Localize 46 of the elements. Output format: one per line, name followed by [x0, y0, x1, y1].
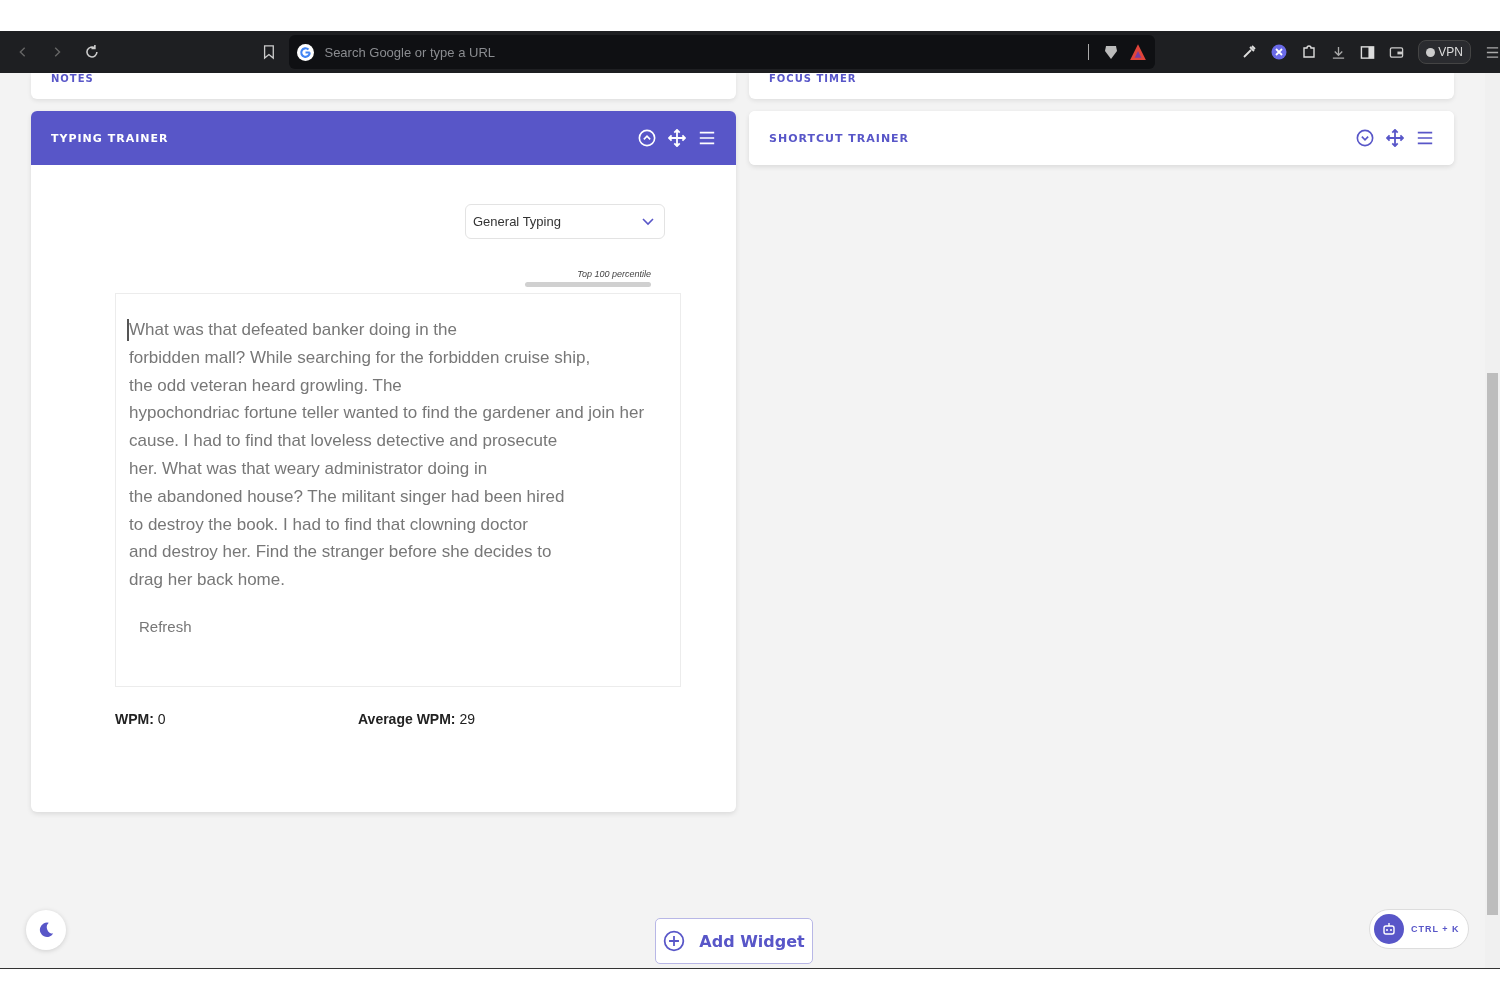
percentile-label: Top 100 percentile	[577, 269, 651, 279]
typing-text-line: hypochondriac fortune teller wanted to find the gardener and join her	[129, 402, 646, 425]
typing-text-line: cause. I had to find that loveless detective and prosecute	[129, 430, 559, 453]
typing-text-line: forbidden mall? While searching for the forbidden cruise ship,	[129, 346, 592, 369]
typing-text-area[interactable]	[115, 293, 681, 687]
collapse-icon[interactable]	[638, 129, 656, 147]
typing-text-line: and destroy her. Find the stranger before she decides to	[129, 541, 553, 564]
typing-text-line: drag her back home.	[129, 569, 286, 592]
google-icon	[297, 43, 315, 61]
assistant-shortcut-button[interactable]: CTRL + K	[1369, 909, 1469, 949]
menu-icon[interactable]	[698, 129, 716, 147]
menu-icon[interactable]	[1416, 129, 1434, 147]
widget-title: TYPING TRAINER	[51, 131, 170, 145]
typing-text-line: to destroy the book. I had to find that clowning doctor	[129, 513, 529, 536]
dropper-icon[interactable]	[1241, 44, 1258, 60]
wallet-icon[interactable]	[1389, 44, 1405, 60]
reload-icon[interactable]	[83, 44, 100, 60]
moon-icon	[37, 921, 55, 939]
bookmark-icon[interactable]	[261, 44, 276, 60]
download-icon[interactable]	[1331, 44, 1347, 60]
widget-title: SHORTCUT TRAINER	[769, 131, 911, 145]
average-wpm-label: Average WPM: 29	[358, 711, 476, 727]
vpn-button[interactable]: VPN	[1418, 40, 1471, 64]
move-icon[interactable]	[1386, 129, 1404, 147]
plus-circle-icon	[663, 930, 686, 952]
x-circle-icon[interactable]	[1271, 44, 1288, 60]
wpm-label: WPM: 0	[115, 711, 167, 727]
typing-text-line: What was that defeated banker doing in the	[129, 319, 458, 341]
chevron-down-icon	[642, 217, 654, 226]
address-placeholder: Search Google or type a URL	[324, 44, 496, 60]
add-widget-button[interactable]: Add Widget	[655, 918, 813, 964]
refresh-button[interactable]: Refresh	[139, 615, 192, 637]
expand-icon[interactable]	[1356, 129, 1374, 147]
address-bar[interactable]: Search Google or type a URL	[289, 35, 1156, 69]
puzzle-icon[interactable]	[1301, 44, 1318, 60]
robot-icon	[1374, 914, 1404, 944]
menu-icon[interactable]	[1485, 44, 1500, 60]
dark-mode-button[interactable]	[26, 910, 66, 950]
sidebar-icon[interactable]	[1360, 44, 1376, 60]
typing-text-line: the abandoned house? The militant singer had been hired	[129, 485, 566, 508]
widget-title: NOTES	[51, 73, 94, 84]
triangle-icon[interactable]	[1129, 43, 1148, 61]
typing-text-line: the odd veteran heard growling. The	[129, 374, 403, 397]
typing-text-line: her. What was that weary administrator doing in	[129, 458, 489, 480]
widget-title: FOCUS TIMER	[769, 73, 857, 84]
mode-dropdown[interactable]: General Typing	[465, 204, 665, 239]
